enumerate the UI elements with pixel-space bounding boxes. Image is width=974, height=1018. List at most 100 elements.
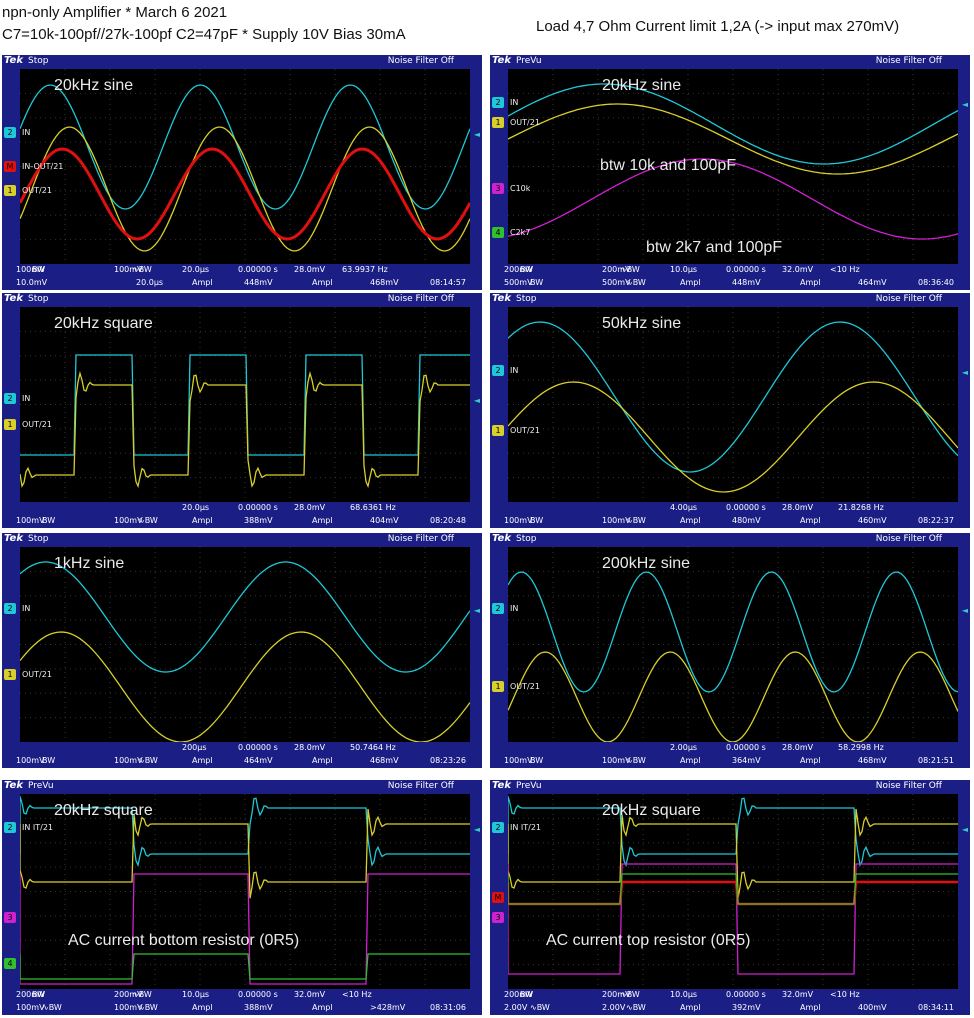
acquisition-mode: PreVu: [516, 781, 542, 791]
status-value: ∿BW: [626, 278, 646, 287]
panel-title: 20kHz square: [54, 802, 153, 819]
status-value: 0.00000 s: [726, 990, 766, 999]
status-value: 400mV: [858, 1003, 887, 1012]
status-value: 21.8268 Hz: [838, 503, 884, 512]
tek-logo: Tek: [492, 55, 511, 66]
channel-marker[interactable]: M: [492, 892, 504, 903]
acquisition-mode: Stop: [28, 56, 49, 66]
status-value: 448mV: [732, 278, 761, 287]
status-value: 392mV: [732, 1003, 761, 1012]
status-value: 32.0mV: [782, 990, 814, 999]
trigger-level-marker: ◄: [961, 100, 968, 109]
trigger-level-marker: ◄: [961, 606, 968, 615]
status-value: 28.0mV: [294, 743, 326, 752]
tek-logo: Tek: [4, 533, 23, 544]
waveform-plot: [20, 307, 470, 502]
tek-logo: Tek: [4, 55, 23, 66]
status-value: 32.0mV: [294, 990, 326, 999]
channel-marker[interactable]: 2: [4, 127, 16, 138]
status-value: Ampl: [800, 1003, 821, 1012]
status-value: 63.9937 Hz: [342, 265, 388, 274]
status-value: Ampl: [680, 1003, 701, 1012]
trigger-level-marker: ◄: [961, 368, 968, 377]
channel-label: C2k7: [510, 228, 531, 237]
status-value: Ampl: [800, 278, 821, 287]
status-row-2: 100mV ∿BW 100mV ∿BW Ampl 388mV Ampl >428mV 08:31…: [2, 1002, 482, 1014]
status-value: Ampl: [192, 278, 213, 287]
scope-screen: [20, 547, 470, 742]
status-value: Ampl: [680, 278, 701, 287]
tek-logo: Tek: [4, 780, 23, 791]
waveform-plot: [20, 794, 470, 989]
status-row-2: 100mV BW 100mV ∿BW Ampl 480mV Ampl 460mV 08:22:3…: [490, 515, 970, 527]
status-row-2: 10.0mV 20.0µs Ampl 448mV Ampl 468mV 08:14:57: [2, 277, 482, 289]
status-value: ∿BW: [530, 1003, 550, 1012]
channel-marker[interactable]: 1: [4, 669, 16, 680]
status-row-1: 100mV BW 100mV ∿BW 20.0µs 0.00000 s 28.0mV 63.9…: [2, 264, 482, 276]
channel-marker[interactable]: 1: [492, 425, 504, 436]
channel-marker[interactable]: 1: [492, 681, 504, 692]
channel-marker[interactable]: 2: [492, 822, 504, 833]
status-value: ∿BW: [138, 1003, 158, 1012]
status-value: 2.00µs: [670, 743, 698, 752]
trace-annotation: AC current bottom resistor (0R5): [68, 932, 300, 949]
channel-label: IN: [510, 98, 519, 107]
trigger-level-marker: ◄: [961, 825, 968, 834]
panel-title: 20kHz square: [602, 802, 701, 819]
status-value: 388mV: [244, 516, 273, 525]
status-value: 08:23:26: [430, 756, 466, 765]
channel-marker[interactable]: M: [4, 161, 16, 172]
panel-title: 200kHz sine: [602, 555, 691, 572]
noise-filter-status: Noise Filter Off: [875, 56, 942, 66]
scope-panel: Tek PreVu Noise Filter Off 20kHz sine btw 10…: [490, 55, 970, 290]
scope-panel: Tek PreVu Noise Filter Off 20kHz square AC c…: [490, 780, 970, 1015]
channel-label: IN IT/21: [510, 823, 542, 832]
channel-marker[interactable]: 2: [492, 365, 504, 376]
channel-marker[interactable]: 2: [492, 603, 504, 614]
status-value: >428mV: [370, 1003, 406, 1012]
status-value: 388mV: [244, 1003, 273, 1012]
panel-title: 1kHz sine: [54, 555, 125, 572]
channel-marker[interactable]: 3: [492, 183, 504, 194]
trace-annotation: AC current top resistor (0R5): [546, 932, 751, 949]
channel-marker[interactable]: 2: [4, 822, 16, 833]
channel-marker[interactable]: 4: [4, 958, 16, 969]
status-value: ∿BW: [138, 516, 158, 525]
status-value: Ampl: [312, 1003, 333, 1012]
status-value: 100mV: [16, 516, 45, 525]
status-value: Ampl: [680, 516, 701, 525]
status-value: ∿BW: [626, 756, 646, 765]
channel-label: IN: [510, 604, 519, 613]
waveform-plot: [20, 547, 470, 742]
channel-marker[interactable]: 2: [4, 603, 16, 614]
channel-label: C10k: [510, 184, 531, 193]
status-value: 0.00000 s: [238, 265, 278, 274]
status-value: 10.0µs: [182, 990, 210, 999]
channel-marker[interactable]: 3: [4, 912, 16, 923]
status-value: 4.00µs: [670, 503, 698, 512]
noise-filter-status: Noise Filter Off: [875, 534, 942, 544]
channel-marker[interactable]: 1: [4, 185, 16, 196]
status-value: 08:34:11: [918, 1003, 954, 1012]
channel-marker[interactable]: 4: [492, 227, 504, 238]
scope-screen: [508, 307, 958, 502]
channel-marker[interactable]: 1: [4, 419, 16, 430]
channel-marker[interactable]: 2: [492, 97, 504, 108]
scope-panel: Tek Stop Noise Filter Off 200kHz sine 2 IN 1 OU…: [490, 533, 970, 768]
trace-annotation-2: btw 2k7 and 100pF: [646, 239, 783, 256]
noise-filter-status: Noise Filter Off: [875, 294, 942, 304]
scope-top-bar: Tek Stop Noise Filter Off: [2, 55, 482, 69]
status-value: <10 Hz: [830, 265, 860, 274]
tek-logo: Tek: [4, 293, 23, 304]
scope-top-bar: Tek PreVu Noise Filter Off: [490, 55, 970, 69]
channel-marker[interactable]: 1: [492, 117, 504, 128]
scope-panel: Tek PreVu Noise Filter Off 20kHz square AC c…: [2, 780, 482, 1015]
acquisition-mode: Stop: [516, 534, 537, 544]
waveform-plot: [508, 794, 958, 989]
channel-marker[interactable]: 2: [4, 393, 16, 404]
scope-screen: [508, 794, 958, 989]
channel-marker[interactable]: 3: [492, 912, 504, 923]
acquisition-mode: Stop: [516, 294, 537, 304]
trigger-level-marker: ◄: [473, 825, 480, 834]
status-value: ∿BW: [626, 1003, 646, 1012]
